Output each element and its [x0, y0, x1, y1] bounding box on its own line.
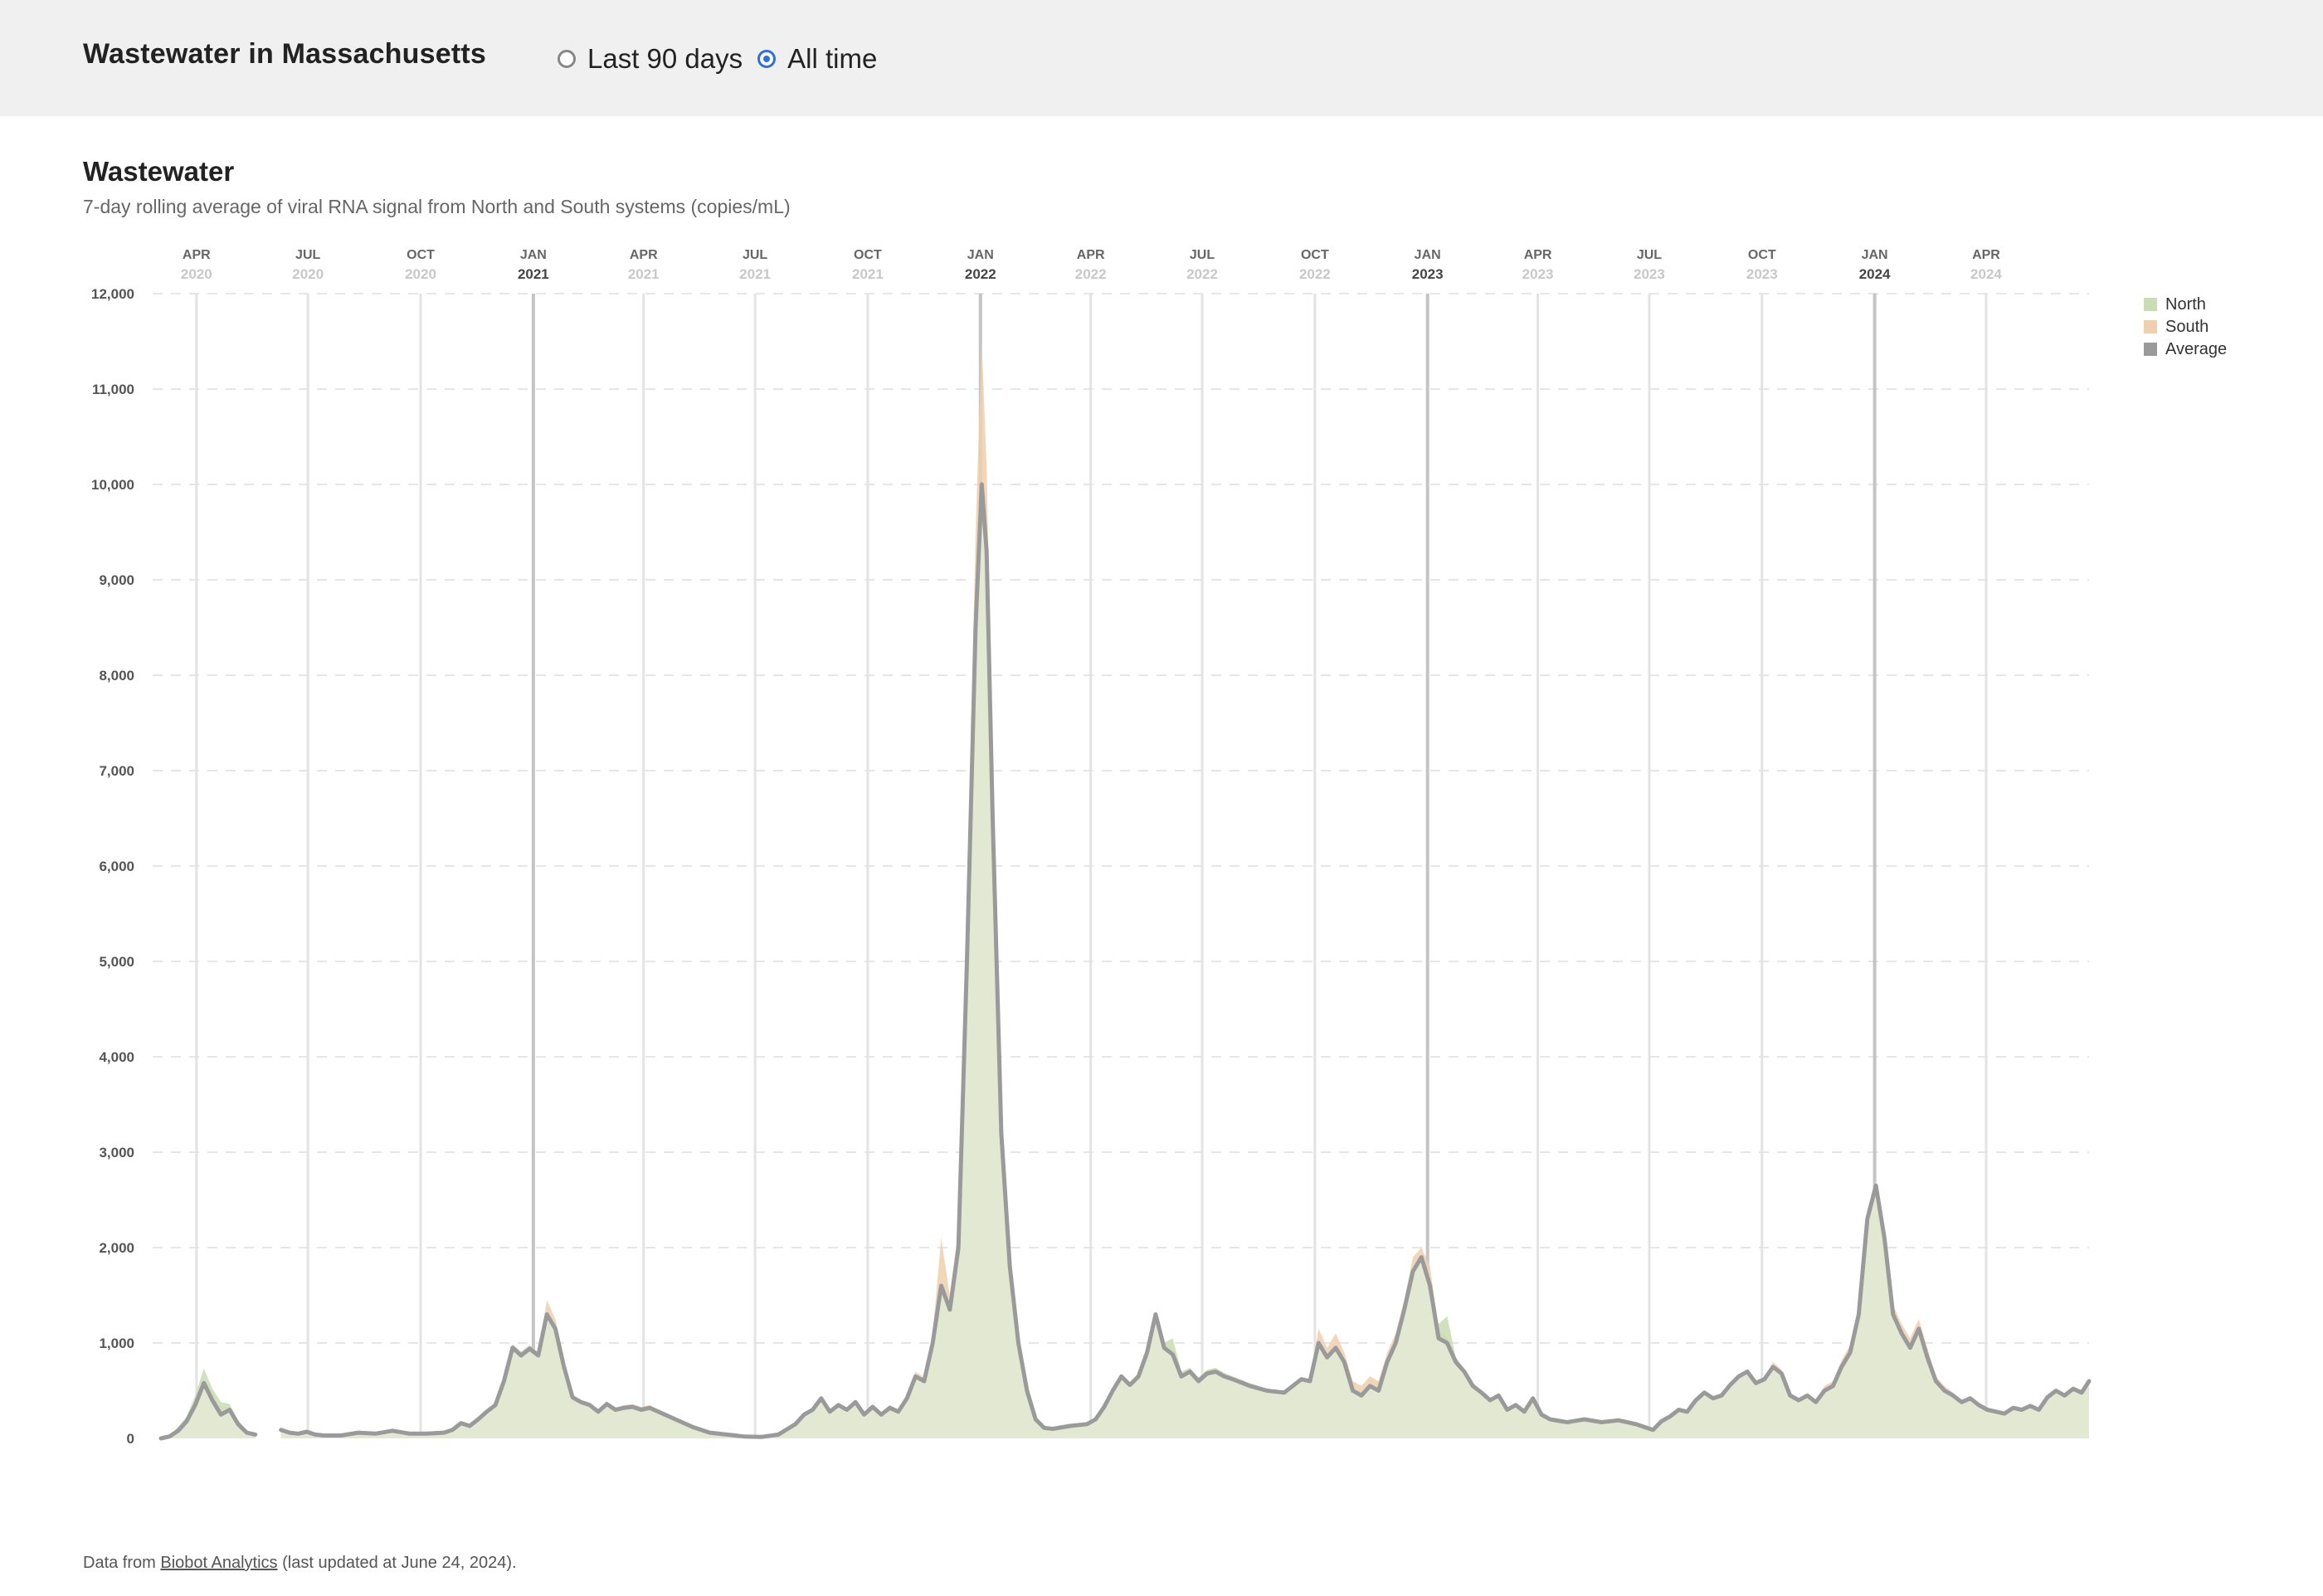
radio-all-time[interactable]: All time	[757, 43, 877, 75]
y-tick-label: 2,000	[99, 1240, 134, 1256]
y-tick-label: 6,000	[99, 859, 134, 874]
radio-checked-icon[interactable]	[757, 50, 777, 68]
x-tick-year-label: 2022	[1299, 266, 1331, 282]
x-tick-month-label: JUL	[1190, 248, 1215, 262]
y-tick-label: 11,000	[92, 382, 134, 397]
x-tick-month-label: OCT	[407, 248, 435, 262]
x-tick-month-label: JAN	[967, 248, 994, 262]
y-tick-label: 10,000	[91, 477, 134, 493]
x-tick-month-label: APR	[630, 248, 658, 262]
area-layer	[161, 341, 2090, 1438]
x-tick-month-label: JUL	[295, 248, 320, 262]
x-tick-year-label: 2020	[292, 266, 324, 282]
legend-swatch-north	[2144, 298, 2157, 311]
x-tick-year-label: 2022	[1186, 266, 1218, 282]
x-tick-year-label: 2024	[1970, 266, 2002, 282]
legend-swatch-average	[2144, 343, 2157, 356]
x-tick-month-label: OCT	[1301, 248, 1329, 262]
x-tick-year-label: 2023	[1746, 266, 1778, 282]
y-tick-label: 12,000	[91, 286, 134, 302]
radio-label: Last 90 days	[587, 43, 743, 74]
x-tick-month-label: APR	[183, 248, 211, 262]
biobot-link[interactable]: Biobot Analytics	[160, 1554, 277, 1572]
x-tick-year-label: 2022	[1075, 266, 1107, 282]
legend-swatch-south	[2144, 320, 2157, 333]
x-tick-year-label: 2020	[405, 266, 436, 282]
x-tick-year-label: 2020	[181, 266, 212, 282]
top-bar: Wastewater in Massachusetts Last 90 days…	[0, 0, 2323, 116]
chart-title: Wastewater	[83, 156, 235, 187]
footer-prefix: Data from	[83, 1554, 161, 1572]
footer-suffix: (last updated at June 24, 2024).	[277, 1554, 517, 1572]
x-tick-year-label: 2022	[965, 266, 996, 282]
legend-label-average: Average	[2165, 340, 2227, 358]
y-tick-label: 0	[127, 1431, 134, 1447]
y-tick-label: 7,000	[99, 763, 134, 779]
time-range-toggle: Last 90 days All time	[558, 38, 892, 80]
x-tick-year-label: 2021	[852, 266, 884, 282]
x-tick-year-label: 2023	[1634, 266, 1665, 282]
x-tick-year-label: 2023	[1412, 266, 1444, 282]
y-tick-label: 9,000	[99, 572, 134, 588]
y-tick-label: 8,000	[99, 668, 134, 684]
y-tick-label: 4,000	[99, 1049, 134, 1065]
grid-layer	[153, 293, 2089, 1438]
x-tick-month-label: JAN	[1862, 248, 1888, 262]
x-tick-month-label: OCT	[854, 248, 882, 262]
x-tick-month-label: APR	[1524, 248, 1552, 262]
footer-note: Data from Biobot Analytics (last updated…	[83, 1554, 517, 1573]
x-tick-month-label: APR	[1972, 248, 2000, 262]
x-tick-year-label: 2021	[739, 266, 771, 282]
x-tick-year-label: 2021	[518, 266, 549, 282]
x-tick-month-label: JAN	[1415, 248, 1441, 262]
legend-label-north: North	[2165, 295, 2206, 314]
x-tick-year-label: 2024	[1859, 266, 1891, 282]
x-tick-month-label: JUL	[1637, 248, 1662, 262]
y-tick-label: 3,000	[99, 1145, 134, 1161]
wastewater-chart: 0 1,000 2,000 3,000 4,000 5,000 6,000 7,000 8,00…	[91, 248, 2227, 1447]
radio-label: All time	[787, 43, 878, 74]
x-tick-year-label: 2021	[628, 266, 660, 282]
chart-subtitle: 7-day rolling average of viral RNA signa…	[83, 196, 791, 217]
y-tick-label: 5,000	[99, 954, 134, 970]
x-tick-month-label: JAN	[520, 248, 547, 262]
page-title: Wastewater in Massachusetts	[83, 38, 486, 70]
x-tick-year-label: 2023	[1522, 266, 1554, 282]
legend-label-south: South	[2165, 318, 2209, 336]
legend: North South Average	[2144, 295, 2227, 358]
y-tick-label: 1,000	[99, 1336, 134, 1351]
radio-unchecked-icon[interactable]	[558, 50, 576, 68]
x-tick-month-label: JUL	[743, 248, 767, 262]
x-tick-month-label: OCT	[1748, 248, 1776, 262]
south-series-area	[280, 341, 2090, 1438]
axis-layer: 0 1,000 2,000 3,000 4,000 5,000 6,000 7,000 8,00…	[91, 248, 2002, 1447]
x-tick-month-label: APR	[1077, 248, 1105, 262]
radio-last-90-days[interactable]: Last 90 days	[558, 43, 743, 75]
